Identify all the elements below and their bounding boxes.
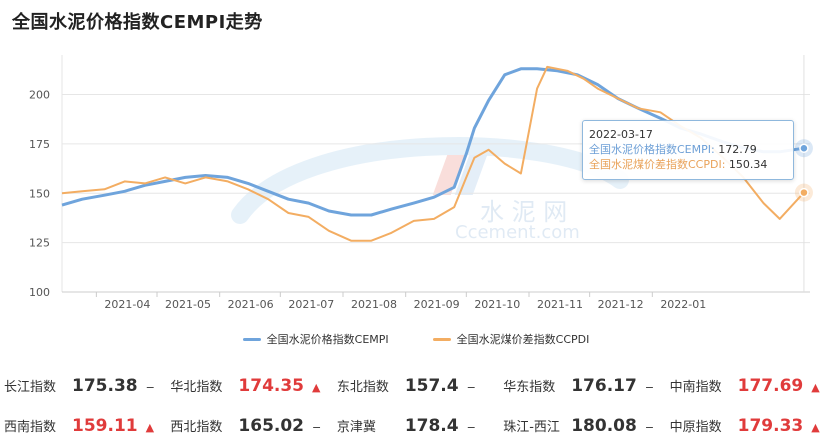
x-tick-label: 2021-04 — [104, 298, 150, 311]
stat-item: 西南指数 159.11 ▲ — [0, 416, 166, 436]
stat-value: 180.08 — [571, 416, 637, 436]
legend-swatch-ccpdi — [432, 337, 451, 341]
stat-value: 159.11 — [72, 416, 138, 436]
stat-item: 东北指数 157.4 − — [333, 376, 499, 396]
regional-stats-row-1: 长江指数 175.38 − 华北指数 174.35 ▲ 东北指数 157.4 −… — [0, 376, 832, 396]
stat-label: 中原指数 — [669, 420, 722, 435]
stat-label: 华东指数 — [503, 380, 556, 395]
stat-value: 157.4 — [404, 376, 459, 396]
legend-item-cempi[interactable]: 全国水泥价格指数CEMPI — [242, 331, 389, 347]
stat-value: 174.35 — [238, 376, 305, 396]
stat-label: 京津冀 — [336, 420, 376, 435]
stat-value: 165.02 — [238, 416, 305, 436]
x-tick-label: 2021-11 — [537, 298, 583, 311]
legend-swatch-cempi — [242, 337, 261, 341]
stat-value: 176.17 — [571, 376, 637, 396]
stat-label: 珠江-西江 — [503, 420, 560, 435]
stat-label: 东北指数 — [336, 380, 389, 395]
x-tick-label: 2021-06 — [228, 298, 274, 311]
trend-flat-icon: − — [644, 381, 655, 394]
stat-label: 长江指数 — [4, 380, 57, 395]
trend-up-icon: ▲ — [145, 421, 155, 434]
legend-label-cempi: 全国水泥价格指数CEMPI — [266, 333, 389, 346]
trend-flat-icon: − — [145, 381, 155, 394]
legend-item-ccpdi[interactable]: 全国水泥煤价差指数CCPDI — [432, 331, 590, 347]
stat-item: 中原指数 179.33 ▲ — [666, 416, 832, 436]
stat-item: 珠江-西江 180.08 − — [499, 416, 665, 436]
chart-tooltip: 2022-03-17 全国水泥价格指数CEMPI: 172.79 全国水泥煤价差… — [582, 120, 794, 180]
x-tick-label: 2021-08 — [351, 298, 397, 311]
trend-up-icon: ▲ — [811, 381, 820, 394]
y-tick-label: 100 — [29, 286, 50, 299]
x-tick-label: 2022-01 — [660, 298, 706, 311]
tooltip-ccpdi-value: 150.34 — [728, 158, 768, 171]
trend-up-icon: ▲ — [312, 381, 321, 394]
stat-item: 中南指数 177.69 ▲ — [666, 376, 832, 396]
tooltip-cempi: 全国水泥价格指数CEMPI: 172.79 — [589, 143, 757, 156]
stat-label: 西北指数 — [170, 420, 223, 435]
stat-label: 华北指数 — [170, 380, 223, 395]
trend-flat-icon: − — [312, 421, 322, 434]
y-tick-label: 200 — [29, 89, 50, 102]
stat-item: 华北指数 174.35 ▲ — [166, 376, 332, 396]
stat-item: 长江指数 175.38 − — [0, 376, 166, 396]
trend-flat-icon: − — [644, 421, 655, 434]
data-point — [799, 187, 809, 198]
tooltip-ccpdi: 全国水泥煤价差指数CCPDI: 150.34 — [589, 158, 768, 171]
stat-item: 京津冀 178.4 − — [333, 416, 499, 436]
stat-label: 西南指数 — [4, 420, 57, 435]
stat-label: 中南指数 — [669, 380, 722, 395]
stat-value: 178.4 — [404, 416, 459, 436]
regional-stats-row-2: 西南指数 159.11 ▲ 西北指数 165.02 − 京津冀 178.4 − … — [0, 416, 832, 436]
y-tick-label: 125 — [29, 237, 50, 250]
x-tick-label: 2021-09 — [414, 298, 460, 311]
x-tick-label: 2021-05 — [165, 298, 211, 311]
stat-value: 175.38 — [72, 376, 138, 396]
chart-legend: 全国水泥价格指数CEMPI 全国水泥煤价差指数CCPDI — [0, 331, 832, 347]
trend-flat-icon: − — [466, 421, 476, 434]
stat-value: 179.33 — [737, 416, 804, 436]
tooltip-cempi-label: 全国水泥价格指数CEMPI — [589, 143, 711, 156]
x-tick-label: 2021-12 — [598, 298, 644, 311]
stat-item: 华东指数 176.17 − — [499, 376, 665, 396]
y-tick-label: 175 — [29, 138, 50, 151]
stat-value: 177.69 — [737, 376, 804, 396]
x-tick-label: 2021-10 — [474, 298, 520, 311]
x-tick-label: 2021-07 — [288, 298, 334, 311]
trend-flat-icon: − — [466, 381, 476, 394]
tooltip-date: 2022-03-17 — [589, 128, 653, 141]
legend-label-ccpdi: 全国水泥煤价差指数CCPDI — [456, 333, 590, 346]
tooltip-cempi-value: 172.79 — [718, 143, 757, 156]
stat-item: 西北指数 165.02 − — [166, 416, 332, 436]
trend-up-icon: ▲ — [811, 421, 820, 434]
y-tick-label: 150 — [29, 187, 50, 200]
data-point — [799, 143, 809, 153]
tooltip-ccpdi-label: 全国水泥煤价差指数CCPDI — [589, 158, 722, 171]
